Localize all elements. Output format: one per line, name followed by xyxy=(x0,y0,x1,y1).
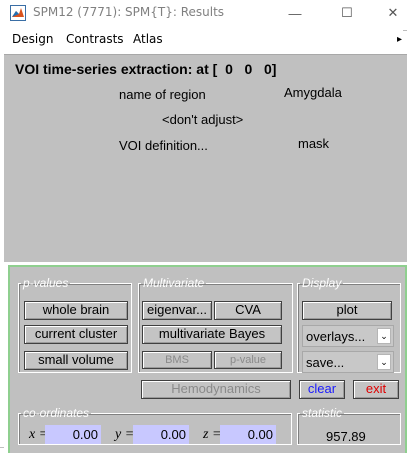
pvalues-group: p-values whole brain current cluster sma… xyxy=(18,277,132,373)
y-label: y = xyxy=(115,427,135,442)
chevron-down-icon[interactable]: ⌄ xyxy=(377,328,391,344)
y-coordinate-input[interactable]: 0.00 xyxy=(133,425,189,444)
menu-overflow-icon[interactable]: ▸ xyxy=(397,34,402,45)
coordinates-group: co-ordinates x = 0.00 y = 0.00 z = 0.00 xyxy=(18,407,292,445)
statistic-group: statistic 957.89 xyxy=(297,407,401,445)
display-group: Display plot overlays... ⌄ save... ⌄ xyxy=(297,277,401,373)
maximize-button[interactable]: ☐ xyxy=(324,0,370,26)
title-bar: SPM12 (7771): SPM{T}: Results — ☐ ✕ xyxy=(0,0,407,26)
clear-button[interactable]: clear xyxy=(299,380,345,399)
window-title: SPM12 (7771): SPM{T}: Results xyxy=(33,5,225,19)
multivariate-legend: Multivariate xyxy=(143,276,205,290)
matlab-icon xyxy=(10,5,26,21)
coordinates-legend: co-ordinates xyxy=(23,406,90,420)
save-dropdown[interactable]: save... ⌄ xyxy=(302,351,394,373)
voi-panel: VOI time-series extraction: at [ 0 0 0] … xyxy=(4,54,407,262)
menu-bar: Design Contrasts Atlas ▸ xyxy=(0,26,407,50)
menu-contrasts[interactable]: Contrasts xyxy=(66,32,124,46)
voi-heading: VOI time-series extraction: at [ 0 0 0] xyxy=(15,61,277,77)
adjust-label: <don't adjust> xyxy=(162,112,244,127)
whole-brain-button[interactable]: whole brain xyxy=(24,301,128,320)
left-edge xyxy=(0,265,8,453)
eigenvariate-button[interactable]: eigenvar... xyxy=(142,301,212,320)
multivariate-bayes-button[interactable]: multivariate Bayes xyxy=(142,325,282,344)
overlays-dropdown-value: overlays... xyxy=(306,329,366,344)
region-value: Amygdala xyxy=(284,85,342,100)
results-controls-frame: p-values whole brain current cluster sma… xyxy=(8,265,407,453)
region-label: name of region xyxy=(119,87,206,102)
minimize-button[interactable]: — xyxy=(272,0,318,26)
small-volume-button[interactable]: small volume xyxy=(24,351,128,370)
close-button[interactable]: ✕ xyxy=(370,0,407,26)
z-coordinate-input[interactable]: 0.00 xyxy=(220,425,276,444)
current-cluster-button[interactable]: current cluster xyxy=(24,325,128,344)
pvalues-legend: p-values xyxy=(23,276,69,290)
window-edge xyxy=(403,30,407,40)
chevron-down-icon[interactable]: ⌄ xyxy=(377,354,391,370)
cva-button[interactable]: CVA xyxy=(214,301,282,320)
bms-button: BMS xyxy=(142,351,212,369)
plot-button[interactable]: plot xyxy=(302,301,392,320)
menu-design[interactable]: Design xyxy=(12,32,53,46)
menu-atlas[interactable]: Atlas xyxy=(133,32,163,46)
statistic-value: 957.89 xyxy=(326,429,366,444)
z-label: z = xyxy=(203,427,222,442)
hemodynamics-button: Hemodynamics xyxy=(141,380,291,399)
edge-divider xyxy=(0,447,4,448)
overlays-dropdown[interactable]: overlays... ⌄ xyxy=(302,325,394,347)
multivariate-group: Multivariate eigenvar... CVA multivariat… xyxy=(138,277,293,373)
x-coordinate-input[interactable]: 0.00 xyxy=(45,425,101,444)
voi-definition-value: mask xyxy=(298,136,330,151)
display-legend: Display xyxy=(302,276,342,290)
pvalue-button: p-value xyxy=(214,351,282,369)
exit-button[interactable]: exit xyxy=(353,380,399,399)
save-dropdown-value: save... xyxy=(306,355,345,370)
voi-definition-label: VOI definition... xyxy=(119,138,208,153)
spm-results-window: SPM12 (7771): SPM{T}: Results — ☐ ✕ Desi… xyxy=(0,0,407,453)
statistic-legend: statistic xyxy=(302,406,343,420)
